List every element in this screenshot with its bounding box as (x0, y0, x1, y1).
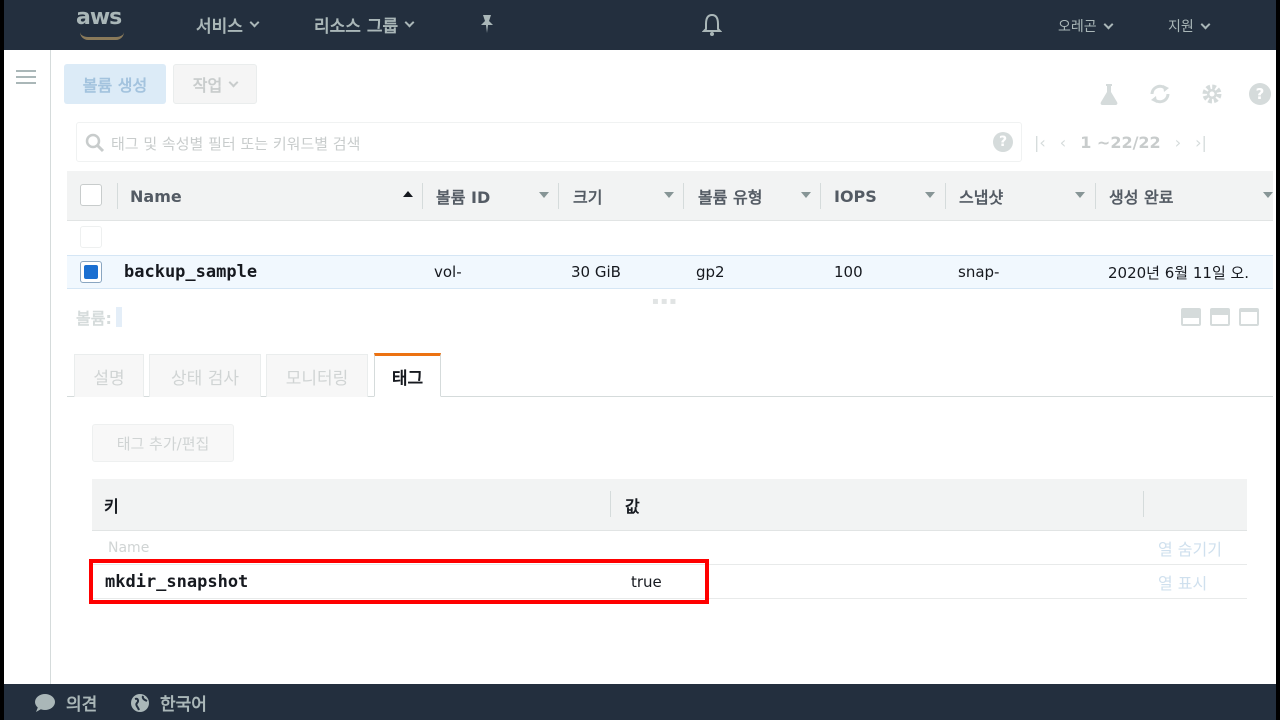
flask-icon[interactable] (1097, 82, 1121, 106)
last-page-icon[interactable]: ›| (1195, 133, 1207, 152)
hide-column-link[interactable]: 열 숨기기 (1158, 531, 1222, 565)
detail-title: 볼륨: (76, 305, 122, 329)
layout-bottom-icon[interactable] (1181, 308, 1201, 326)
layout-split-icon[interactable] (1210, 308, 1230, 326)
pin-icon[interactable] (478, 14, 496, 39)
show-column-link[interactable]: 열 표시 (1158, 565, 1207, 599)
footer: 의견 한국어 (4, 684, 1276, 720)
actions-button[interactable]: 작업 (173, 64, 257, 104)
region-label: 오레곤 (1058, 19, 1097, 35)
chevron-down-icon (404, 17, 415, 28)
column-header-volume-id[interactable]: 볼륨 ID (436, 171, 490, 221)
tab-monitoring[interactable]: 모니터링 (266, 354, 368, 397)
table-row (67, 221, 1273, 255)
chevron-down-icon (1200, 19, 1211, 29)
chevron-down-icon (1103, 19, 1114, 29)
top-navigation: aws 서비스 리소스 그룹 오레곤 지원 (4, 0, 1276, 50)
tab-status-checks[interactable]: 상태 검사 (149, 354, 261, 397)
row-checkbox[interactable] (80, 261, 102, 283)
search-icon (85, 133, 105, 153)
app-window: aws 서비스 리소스 그룹 오레곤 지원 볼륨 생성 작업 ? 태그 및 속성… (4, 0, 1276, 720)
detail-title-label: 볼륨: (76, 309, 112, 328)
bell-icon[interactable] (701, 13, 723, 37)
aws-smile-icon (80, 32, 124, 40)
refresh-icon[interactable] (1148, 82, 1172, 106)
volume-created: 2020년 6월 11일 오. (1108, 263, 1250, 282)
edit-tags-button[interactable]: 태그 추가/편집 (92, 424, 234, 462)
volume-id: vol- (434, 263, 462, 281)
row-checkbox[interactable] (80, 226, 102, 248)
sort-icon[interactable] (801, 192, 811, 198)
volume-snapshot[interactable]: snap- (958, 256, 999, 288)
page-range: 1 ~22/22 (1080, 132, 1161, 152)
feedback-label: 의견 (66, 695, 98, 715)
pane-resize-handle[interactable]: ▪▪▪ (652, 296, 678, 307)
globe-icon (131, 693, 149, 712)
sort-icon[interactable] (925, 192, 935, 198)
column-header-key: 키 (104, 497, 119, 516)
feedback-link[interactable]: 의견 (34, 690, 97, 715)
resource-groups-menu[interactable]: 리소스 그룹 (314, 12, 415, 37)
svg-text:?: ? (1256, 85, 1265, 103)
layout-full-icon[interactable] (1239, 308, 1259, 326)
prev-page-icon[interactable]: ‹ (1060, 133, 1066, 152)
sort-icon[interactable] (1263, 192, 1273, 198)
table-row[interactable]: backup_sample vol- 30 GiB gp2 100 snap- … (67, 255, 1273, 289)
tab-description[interactable]: 설명 (74, 354, 144, 397)
next-page-icon[interactable]: › (1175, 133, 1181, 152)
left-sidebar (4, 50, 51, 684)
volume-id-placeholder (115, 307, 122, 327)
column-header-iops[interactable]: IOPS (834, 171, 877, 221)
sort-icon[interactable] (1075, 192, 1085, 198)
services-label: 서비스 (196, 17, 243, 37)
region-menu[interactable]: 오레곤 (1058, 16, 1114, 36)
column-header-volume-type[interactable]: 볼륨 유형 (698, 171, 762, 221)
sort-icon[interactable] (539, 192, 549, 198)
language-label: 한국어 (160, 695, 207, 715)
actions-label: 작업 (192, 76, 223, 95)
aws-logo-text: aws (76, 5, 122, 30)
menu-icon[interactable] (16, 70, 36, 84)
volume-iops: 100 (834, 263, 863, 281)
volume-size: 30 GiB (571, 263, 621, 281)
resource-groups-label: 리소스 그룹 (314, 17, 399, 37)
search-bar[interactable]: ? (76, 122, 1022, 162)
speech-bubble-icon (35, 693, 55, 712)
support-menu[interactable]: 지원 (1168, 16, 1211, 36)
column-header-snapshot[interactable]: 스냅샷 (959, 171, 1003, 221)
detail-tabs: 설명 상태 검사 모니터링 태그 (67, 352, 1273, 397)
help-icon[interactable]: ? (1248, 82, 1272, 106)
create-volume-button[interactable]: 볼륨 생성 (64, 64, 166, 104)
chevron-down-icon (228, 77, 239, 87)
language-selector[interactable]: 한국어 (130, 690, 207, 715)
chevron-down-icon (249, 17, 260, 28)
volume-name: backup_sample (124, 262, 258, 282)
search-input[interactable] (111, 133, 971, 155)
column-header-value: 값 (625, 497, 640, 516)
first-page-icon[interactable]: |‹ (1034, 133, 1046, 152)
pagination: |‹ ‹ 1 ~22/22 › ›| (1034, 130, 1207, 154)
support-label: 지원 (1168, 19, 1194, 35)
select-all-checkbox[interactable] (80, 184, 102, 206)
services-menu[interactable]: 서비스 (196, 12, 260, 37)
sort-ascending-icon[interactable] (403, 191, 413, 197)
gear-icon[interactable] (1200, 82, 1224, 106)
aws-logo[interactable]: aws (76, 6, 132, 42)
column-header-size[interactable]: 크기 (573, 171, 602, 221)
sort-icon[interactable] (664, 192, 674, 198)
column-header-created[interactable]: 생성 완료 (1109, 171, 1173, 221)
tab-tags[interactable]: 태그 (374, 353, 441, 397)
search-help-icon[interactable]: ? (993, 132, 1013, 152)
tags-table-header: 키 값 (92, 479, 1247, 531)
volumes-table-header: Name 볼륨 ID 크기 볼륨 유형 IOPS 스냅샷 생성 완료 (67, 171, 1273, 221)
highlight-box (89, 559, 709, 604)
column-header-name[interactable]: Name (130, 171, 182, 221)
volume-type: gp2 (696, 263, 725, 281)
